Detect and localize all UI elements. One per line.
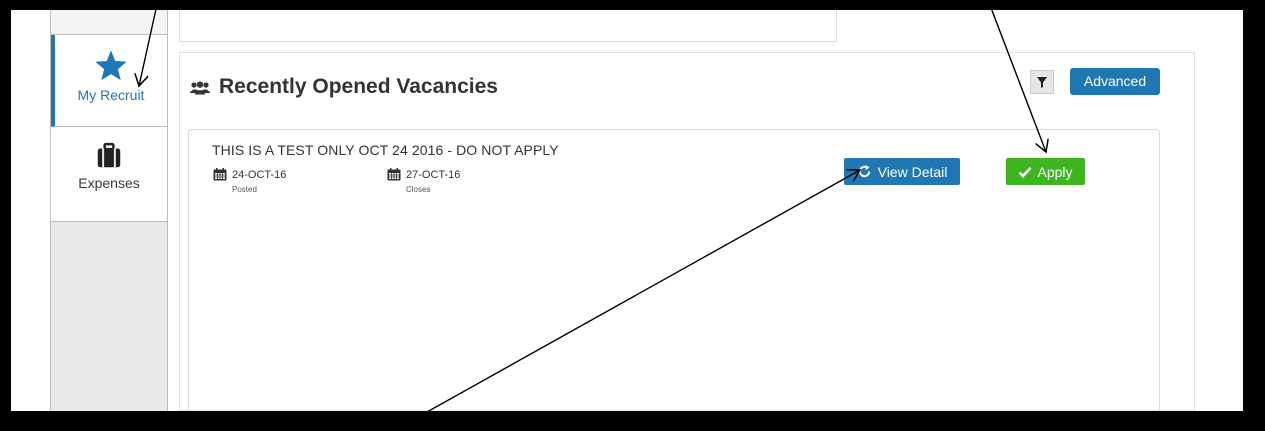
apply-button[interactable]: Apply [1006, 158, 1085, 185]
vacancy-title: THIS IS A TEST ONLY OCT 24 2016 - DO NOT… [212, 142, 559, 158]
refresh-icon [858, 164, 870, 178]
closes-date-block: 27-OCT-16 Closes [387, 168, 460, 194]
posted-label: Posted [232, 185, 257, 194]
page-title: Recently Opened Vacancies [189, 75, 498, 99]
closes-label: Closes [406, 185, 431, 194]
sidebar: My Recruit Expenses [50, 10, 168, 411]
posted-date-block: 24-OCT-16 Posted [213, 168, 286, 194]
users-icon [189, 81, 211, 95]
briefcase-icon [97, 142, 121, 168]
closes-date: 27-OCT-16 [406, 168, 461, 181]
star-icon [95, 50, 127, 81]
calendar-icon [387, 168, 401, 181]
page-title-text: Recently Opened Vacancies [219, 75, 498, 98]
apply-label: Apply [1037, 163, 1073, 180]
sidebar-item-my-recruit[interactable]: My Recruit [51, 35, 167, 127]
sidebar-item-expenses[interactable]: Expenses [51, 127, 167, 222]
check-icon [1019, 166, 1032, 178]
previous-panel [179, 10, 837, 42]
app-window: My Recruit Expenses Recently Opened Vaca… [11, 10, 1243, 411]
view-detail-label: View Detail [877, 163, 948, 180]
advanced-button[interactable]: Advanced [1070, 68, 1160, 95]
calendar-icon [213, 168, 227, 181]
filter-icon [1037, 77, 1047, 88]
sidebar-item-label: Expenses [78, 175, 140, 191]
screenshot-frame: My Recruit Expenses Recently Opened Vaca… [0, 0, 1265, 431]
view-detail-button[interactable]: View Detail [844, 158, 960, 185]
sidebar-item-label: My Recruit [77, 87, 145, 103]
posted-date: 24-OCT-16 [232, 168, 287, 181]
filter-button[interactable] [1030, 70, 1054, 94]
sidebar-item-previous[interactable] [51, 10, 167, 35]
vacancies-panel: Recently Opened Vacancies Advanced THIS … [179, 52, 1195, 411]
vacancy-card: THIS IS A TEST ONLY OCT 24 2016 - DO NOT… [188, 129, 1160, 410]
